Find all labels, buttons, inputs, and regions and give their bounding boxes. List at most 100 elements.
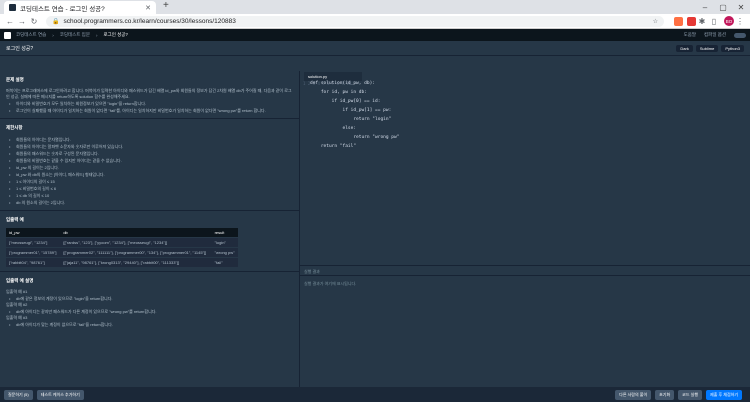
code-line: if id_pw[1] == pw: (310, 108, 392, 113)
constraint-item: id_pw 와 db의 원소는 [아이디, 패스워드] 형태입니다. (6, 171, 293, 178)
window-controls: – ▢ ✕ (696, 0, 750, 14)
breadcrumb-separator-icon: › (95, 32, 98, 38)
io-example-table: id_pw db result ["meosseugi", "1234"] [[… (6, 228, 238, 267)
forward-icon[interactable]: → (16, 17, 28, 26)
table-cell: "login" (211, 237, 238, 248)
bookmark-star-icon[interactable]: ☆ (653, 18, 658, 25)
add-testcase-button[interactable]: 테스트 케이스 추가하기 (36, 389, 84, 400)
code-line: return "wrong pw" (310, 135, 400, 140)
code-line: if id_pw[0] == id: (310, 99, 381, 104)
new-tab-icon[interactable]: + (163, 0, 169, 11)
ask-question-button[interactable]: 질문하기 (5) (4, 389, 33, 400)
table-cell: ["rabbit04", "98761"] (6, 257, 61, 267)
table-header: id_pw (6, 228, 61, 238)
theme-select[interactable]: Dark (676, 44, 693, 52)
code-editor[interactable]: solution.py 1 2 3 4 5 6 7 8 9 10 def sol… (300, 71, 750, 266)
browser-tab[interactable]: 코딩테스트 연습 - 로그인 성공? ✕ (4, 1, 156, 14)
close-tab-icon[interactable]: ✕ (145, 4, 151, 12)
constraints-section: 제한사항 회원들의 아이디는 문자열입니다. 회원들의 아이디는 알파벳 소문자… (0, 119, 299, 211)
description-bullet: 로그인이 실패했을 때 아이디가 일치하는 회원이 없다면 "fail"를, 아… (6, 107, 293, 114)
output-panel: 실행 결과가 여기에 표시됩니다. (300, 276, 750, 387)
section-title: 문제 설명 (6, 77, 24, 82)
table-cell: [["jaja11", "98761"], ["krong0313", "294… (60, 257, 212, 267)
constraint-item: 회원들의 패스워드는 숫자로 구성된 문자열입니다. (6, 150, 293, 157)
extension-icon[interactable] (674, 16, 683, 26)
app-header: 코딩테스트 연습 › 코딩테스트 입문 › 로그인 성공? 도움말 컴파일 옵션 (0, 29, 750, 41)
description-section: 문제 설명 머쓱이는 프로그래머스에 로그인하려고 합니다. 머쓱이가 입력한 … (0, 71, 299, 119)
table-cell: ["programmer01", "15789"] (6, 247, 61, 258)
submit-button[interactable]: 제출 후 채점하기 (706, 389, 742, 400)
constraint-item: 회원들의 비밀번호는 같을 수 있지만 아이디는 같을 수 없습니다. (6, 157, 293, 164)
workspace: 문제 설명 머쓱이는 프로그래머스에 로그인하려고 합니다. 머쓱이가 입력한 … (0, 71, 750, 387)
help-link[interactable]: 도움말 (684, 32, 696, 38)
profile-avatar[interactable]: BO (724, 16, 734, 26)
browser-tab-strip: 코딩테스트 연습 - 로그인 성공? ✕ + – ▢ ✕ (0, 0, 750, 14)
description-text: 머쓱이는 프로그래머스에 로그인하려고 합니다. 머쓱이가 입력한 아이디와 패… (6, 88, 292, 99)
problem-titlebar: 로그인 성공? Dark Sublime Python3 (0, 41, 750, 56)
constraint-item: 회원들의 아이디는 알파벳 소문자와 숫자로만 이루어져 있습니다. (6, 143, 293, 150)
code-line: def solution(id_pw, db): (310, 81, 376, 86)
example-text: db에 아이디는 같지만 패스워드가 다른 계정이 있으므로 "wrong pw… (6, 308, 293, 315)
example-text: db에 같은 정보의 계정이 있으므로 "login"을 return합니다. (6, 295, 293, 302)
extensions-puzzle-icon[interactable]: ✱ (696, 17, 708, 26)
example-text: db에 아이디가 맞는 계정이 없으므로 "fail"을 return합니다. (6, 321, 293, 328)
reload-icon[interactable]: ↻ (28, 17, 40, 26)
tab-title: 코딩테스트 연습 - 로그인 성공? (20, 5, 105, 13)
address-input[interactable]: 🔒 school.programmers.co.kr/learn/courses… (46, 15, 664, 27)
compile-options-link[interactable]: 컴파일 옵션 (704, 32, 726, 38)
table-cell: ["meosseugi", "1234"] (6, 237, 61, 248)
constraint-item: db 의 원소의 길이는 2입니다. (6, 199, 293, 206)
breadcrumb-current: 로그인 성공? (103, 32, 128, 37)
breadcrumb-item[interactable]: 코딩테스트 입문 (60, 32, 90, 38)
result-label: 실행 결과 (300, 266, 750, 276)
lock-icon: 🔒 (52, 18, 60, 25)
constraint-item: 1 ≤ db 의 길이 ≤ 10 (6, 192, 293, 199)
table-header: db (60, 228, 212, 238)
problem-pane: 문제 설명 머쓱이는 프로그래머스에 로그인하려고 합니다. 머쓱이가 입력한 … (0, 71, 300, 387)
programmers-logo-icon[interactable] (4, 31, 11, 39)
run-code-button[interactable]: 코드 실행 (678, 389, 703, 400)
breadcrumb-separator-icon: › (52, 32, 54, 38)
code-line: for id, pw in db: (310, 90, 367, 95)
constraint-item: 회원들의 아이디는 문자열입니다. (6, 136, 293, 143)
constraint-item: id_pw 의 길이는 2입니다. (6, 164, 293, 171)
url-text: school.programmers.co.kr/learn/courses/3… (63, 17, 236, 25)
table-row: ["rabbit04", "98761"] [["jaja11", "98761… (6, 257, 238, 267)
table-cell: [["rardss", "123"], ["yyoom", "1234"], [… (60, 237, 212, 248)
menu-kebab-icon[interactable]: ⋮ (734, 17, 746, 26)
theme-toggle[interactable] (734, 32, 746, 38)
code-line: return "login" (310, 117, 392, 122)
section-title: 입출력 예 (6, 217, 24, 222)
address-bar-row: ← → ↻ 🔒 school.programmers.co.kr/learn/c… (0, 14, 750, 29)
section-title: 입출력 예 설명 (6, 278, 34, 283)
programmers-favicon-icon (9, 4, 16, 11)
constraint-item: 1 ≤ 비밀번호의 길이 ≤ 6 (6, 185, 293, 192)
back-icon[interactable]: ← (4, 17, 16, 26)
reset-button[interactable]: 초기화 (655, 389, 675, 400)
description-bullet: 아이디와 비밀번호가 모두 일치하는 회원정보가 있으면 "login"을 re… (6, 100, 293, 107)
close-window-icon[interactable]: ✕ (732, 0, 750, 14)
constraint-item: 1 ≤ 아이디의 길이 ≤ 15 (6, 178, 293, 185)
code-line: else: (310, 126, 357, 131)
breadcrumb-item[interactable]: 코딩테스트 연습 (16, 32, 46, 38)
table-cell: [["programmer02", "111111"], ["programme… (60, 247, 212, 258)
minimize-icon[interactable]: – (696, 0, 714, 14)
extension-icon[interactable] (687, 16, 696, 26)
problem-title: 로그인 성공? (6, 45, 34, 52)
table-header: result (211, 228, 238, 238)
language-select[interactable]: Python3 (721, 44, 744, 52)
sidepanel-icon[interactable]: ▯ (708, 17, 720, 26)
maximize-icon[interactable]: ▢ (714, 0, 732, 14)
table-row: ["meosseugi", "1234"] [["rardss", "123"]… (6, 237, 238, 248)
table-header-row: id_pw db result (6, 228, 238, 238)
table-cell: "wrong pw" (211, 247, 238, 258)
section-title: 제한사항 (6, 125, 23, 130)
io-example-section: 입출력 예 id_pw db result ["meosseugi", "123… (0, 211, 299, 272)
keymap-select[interactable]: Sublime (695, 44, 719, 52)
code-pane: solution.py 1 2 3 4 5 6 7 8 9 10 def sol… (300, 71, 750, 387)
bottom-action-bar: 질문하기 (5) 테스트 케이스 추가하기 다른 사람의 풀이 초기화 코드 실… (0, 387, 750, 402)
table-row: ["programmer01", "15789"] [["programmer0… (6, 247, 238, 258)
others-solutions-button[interactable]: 다른 사람의 풀이 (615, 389, 652, 400)
io-explanation-section: 입출력 예 설명 입출력 예 #1 db에 같은 정보의 계정이 있으므로 "l… (0, 272, 299, 332)
code-text[interactable]: def solution(id_pw, db): for id, pw in d… (310, 79, 399, 151)
